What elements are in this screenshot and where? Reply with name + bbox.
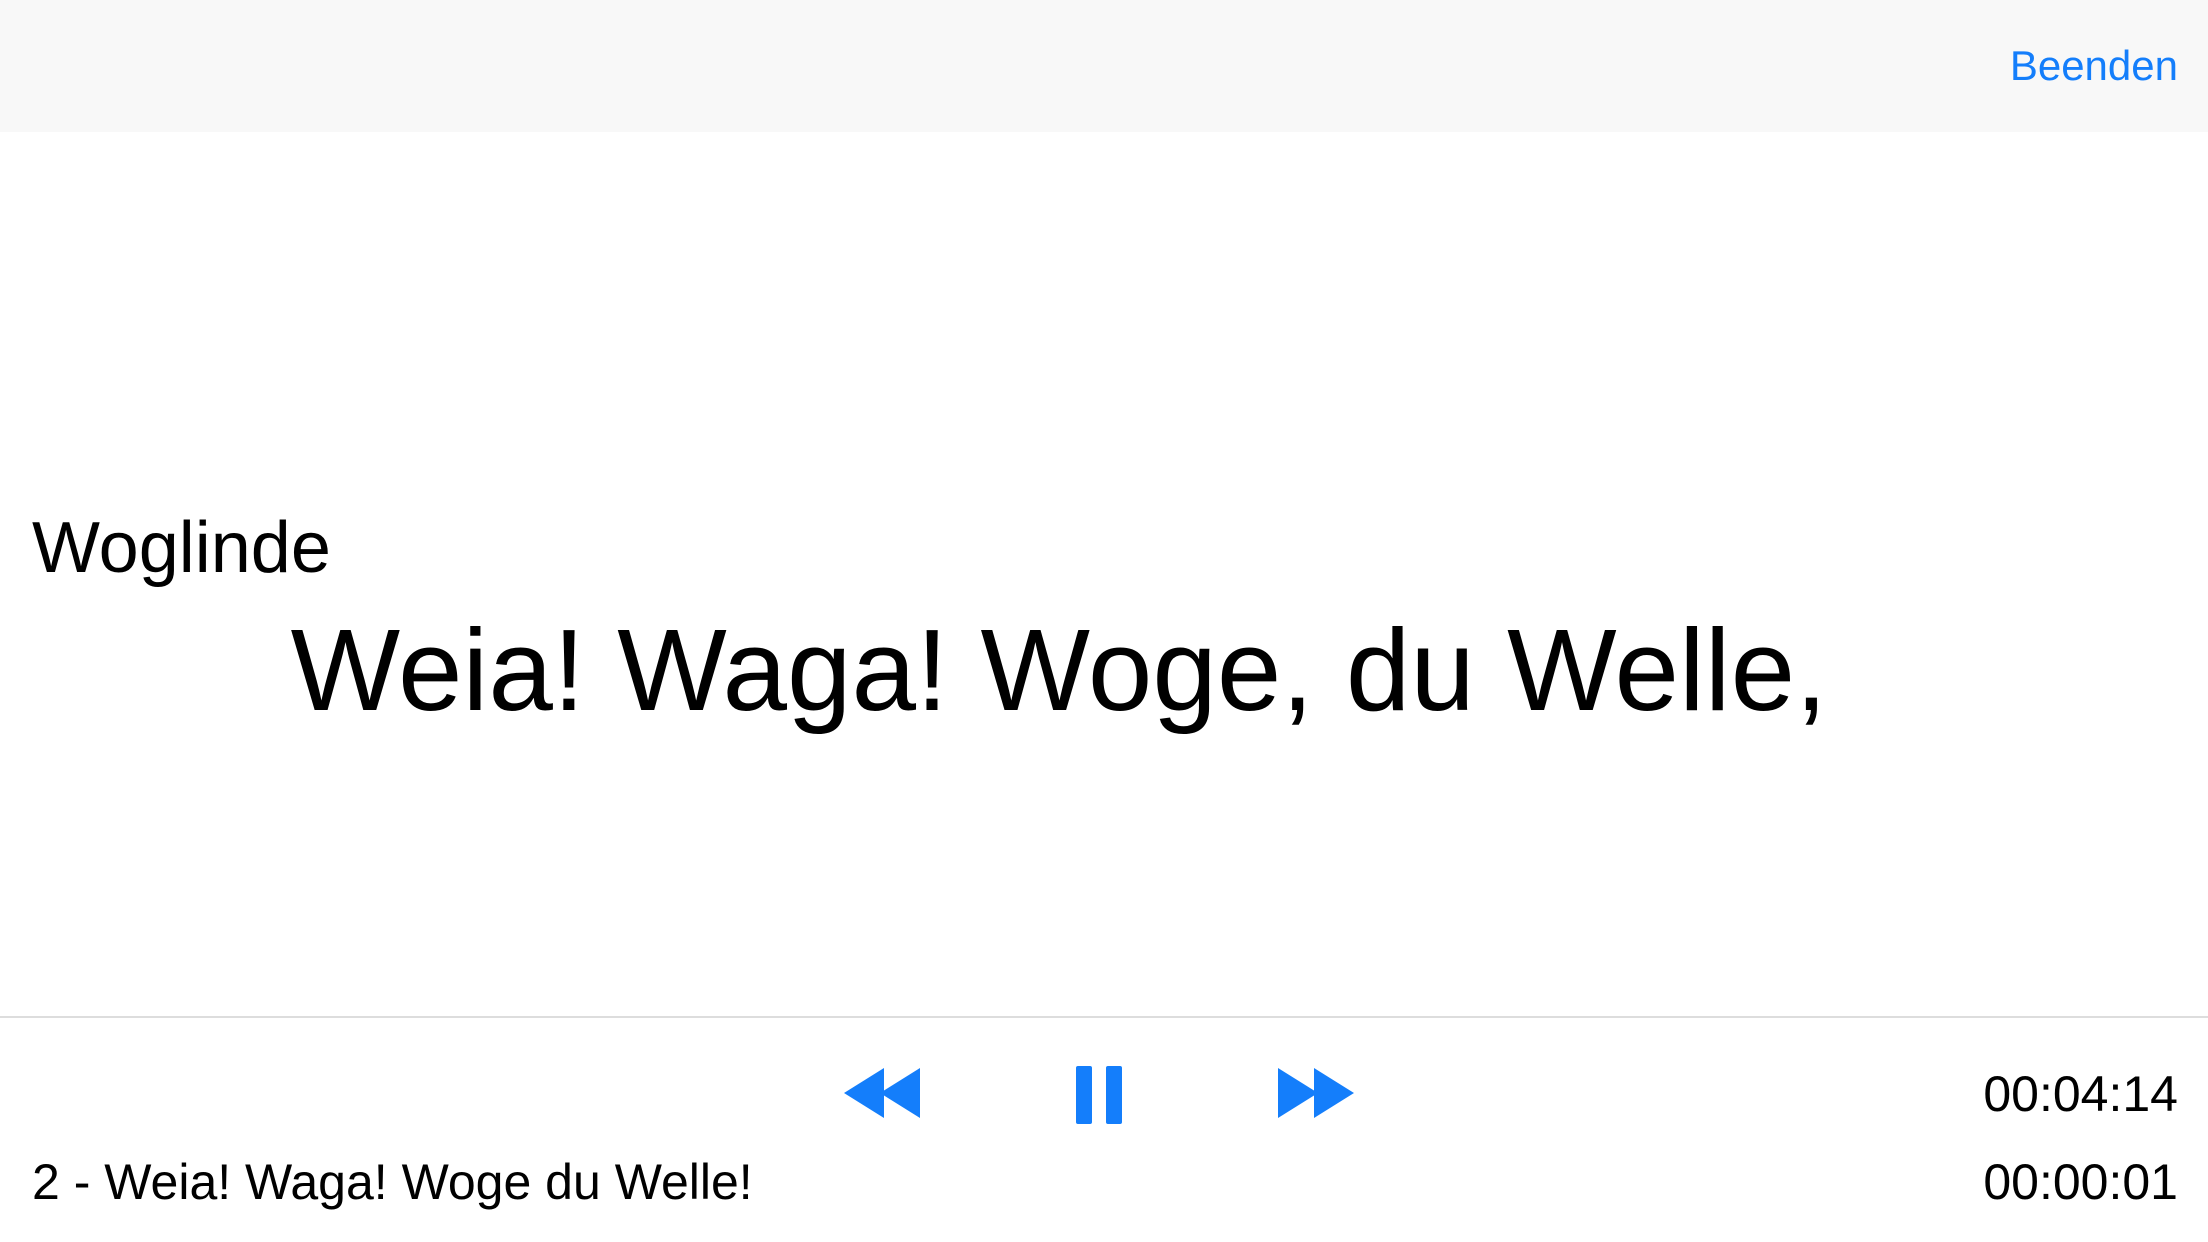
pause-icon [1076,1066,1122,1124]
speaker-name: Woglinde [32,508,331,588]
current-lyric-line: Weia! Waga! Woge, du Welle, [290,605,1828,735]
total-time: 00:04:14 [1983,1066,2178,1122]
fast-forward-button[interactable] [1274,1056,1354,1130]
navigation-bar: Beenden [0,0,2208,132]
player-controls: 00:04:14 2 - Weia! Waga! Woge du Welle! … [0,1018,2208,1242]
lyrics-display: Woglinde Weia! Waga! Woge, du Welle, [0,132,2208,1016]
rewind-button[interactable] [844,1056,924,1130]
pause-button[interactable] [1070,1056,1128,1130]
done-button[interactable]: Beenden [2010,40,2178,92]
fast-forward-icon [1278,1068,1354,1118]
elapsed-time: 00:00:01 [1983,1154,2178,1210]
rewind-icon [844,1068,920,1118]
track-title: 2 - Weia! Waga! Woge du Welle! [32,1154,753,1210]
